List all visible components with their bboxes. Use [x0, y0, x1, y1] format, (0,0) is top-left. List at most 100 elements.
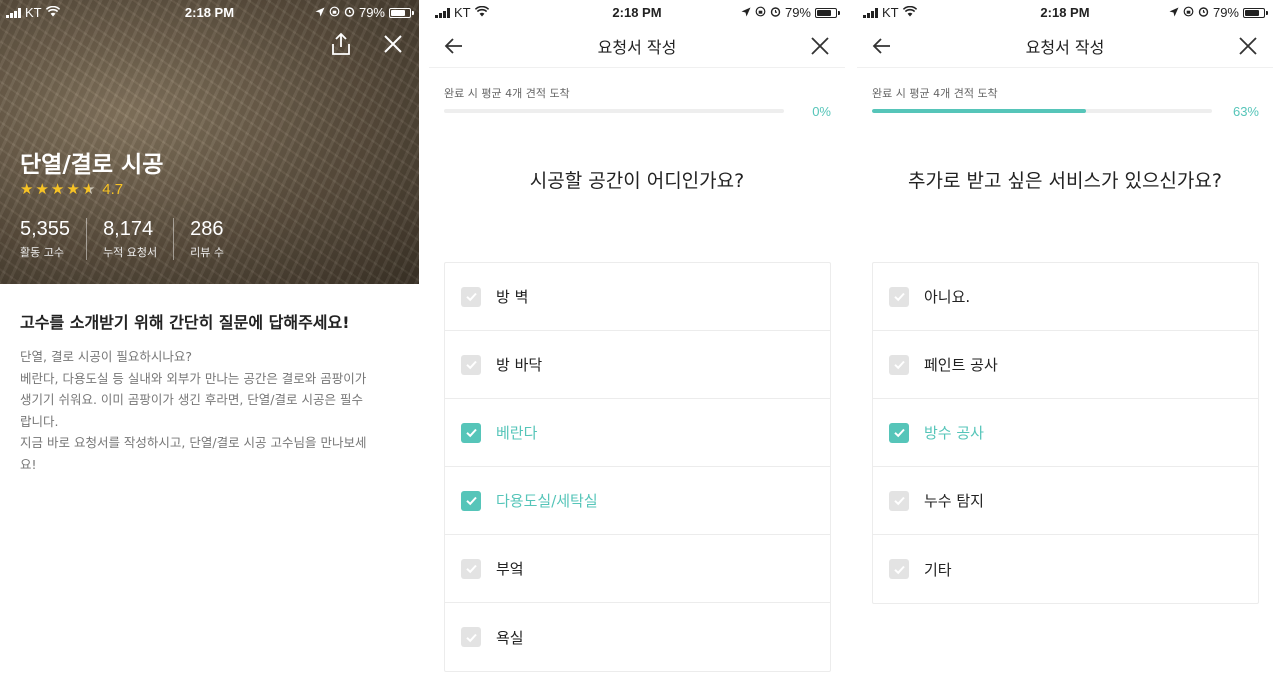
- progress-percent: 0%: [812, 104, 831, 119]
- stat-label: 누적 요청서: [103, 246, 158, 259]
- option-label: 아니요.: [924, 288, 971, 306]
- checkbox-icon: [461, 627, 481, 647]
- rating-value: 4.7: [102, 180, 124, 198]
- battery-percent: 79%: [1212, 5, 1239, 20]
- battery-icon: [389, 7, 414, 18]
- nav-bar: 요청서 작성: [857, 24, 1273, 68]
- option-label: 기타: [924, 560, 952, 579]
- alarm-icon: [770, 5, 781, 20]
- option-label: 방 바닥: [496, 356, 543, 374]
- intro-heading: 고수를 소개받기 위해 간단히 질문에 답해주세요!: [20, 313, 350, 332]
- lock-rotation-icon: [755, 5, 766, 20]
- progress-fill: [872, 109, 1087, 113]
- stat-label: 활동 고수: [20, 246, 64, 259]
- lock-rotation-icon: [1183, 5, 1194, 20]
- close-button[interactable]: [379, 30, 407, 58]
- share-icon: [332, 32, 350, 55]
- option-item[interactable]: 다용도실/세탁실: [445, 467, 830, 535]
- share-button[interactable]: [327, 30, 355, 58]
- battery-percent: 79%: [784, 5, 811, 20]
- service-intro-screen: KT 2:18 PM 79% 단열/결로 시공 ★ ★ ★ ★ ★ 4.7 5,…: [0, 0, 419, 679]
- option-item[interactable]: 방 벽: [445, 263, 830, 331]
- nav-title: 요청서 작성: [597, 38, 677, 57]
- progress-bar: [444, 109, 784, 113]
- close-icon: [384, 35, 402, 53]
- checkbox-icon: [889, 422, 909, 443]
- checkbox-icon: [889, 354, 909, 375]
- star-icon: ★: [66, 180, 80, 198]
- progress-label: 완료 시 평균 4개 견적 도착: [444, 87, 570, 100]
- request-form-screen: KT 2:18 PM 79% 요청서 작성 완료 시 평균 4개 견적 도착 0…: [429, 0, 845, 679]
- request-form-screen: KT 2:18 PM 79% 요청서 작성 완료 시 평균 4개 견적 도착 6…: [857, 0, 1273, 679]
- location-icon: [1169, 5, 1179, 20]
- location-icon: [741, 5, 751, 20]
- status-bar: KT 2:18 PM 79%: [857, 0, 1273, 24]
- option-item[interactable]: 욕실: [445, 603, 830, 671]
- question-title: 시공할 공간이 어디인가요?: [529, 170, 745, 192]
- checkbox-icon: [889, 490, 909, 511]
- close-button[interactable]: [1235, 33, 1261, 59]
- intro-description: 단열, 결로 시공이 필요하시나요? 베란다, 다용도실 등 실내와 외부가 만…: [20, 346, 400, 475]
- option-label: 방 벽: [496, 288, 529, 306]
- battery-icon: [1243, 7, 1268, 18]
- location-icon: [315, 5, 325, 20]
- rating: ★ ★ ★ ★ ★ 4.7: [20, 180, 123, 198]
- progress-bar: [872, 109, 1212, 113]
- star-icon: ★: [20, 180, 34, 198]
- status-bar: KT 2:18 PM 79%: [0, 0, 419, 24]
- progress-percent: 63%: [1232, 104, 1259, 119]
- stat-total-requests: 8,174 누적 요청서: [103, 218, 175, 260]
- stat-value: 286: [190, 218, 224, 240]
- description-line: 요!: [20, 456, 37, 472]
- option-list: 방 벽 방 바닥 베란다 다용도실/세탁실 부엌 욕실: [444, 262, 831, 672]
- close-icon: [811, 37, 829, 55]
- option-item[interactable]: 베란다: [445, 399, 830, 467]
- option-list: 아니요. 페인트 공사 방수 공사 누수 탐지 기타: [872, 262, 1259, 604]
- option-item[interactable]: 기타: [873, 535, 1258, 603]
- description-line: 랍니다.: [20, 413, 59, 429]
- hero-banner: KT 2:18 PM 79% 단열/결로 시공 ★ ★ ★ ★ ★ 4.7 5,…: [0, 0, 419, 284]
- progress-label: 완료 시 평균 4개 견적 도착: [872, 87, 998, 100]
- checkbox-icon: [461, 354, 481, 375]
- close-icon: [1239, 37, 1257, 55]
- option-label: 부엌: [496, 560, 524, 578]
- option-item[interactable]: 방수 공사: [873, 399, 1258, 467]
- description-line: 생기기 쉬워요. 이미 곰팡이가 생긴 후라면, 단열/결로 시공은 필수: [20, 392, 363, 407]
- checkbox-icon: [461, 422, 481, 443]
- option-label: 방수 공사: [924, 424, 984, 442]
- option-item[interactable]: 부엌: [445, 535, 830, 603]
- close-button[interactable]: [807, 33, 833, 59]
- checkbox-icon: [889, 559, 909, 579]
- stat-label: 리뷰 수: [190, 246, 225, 259]
- nav-title: 요청서 작성: [1025, 38, 1105, 57]
- option-label: 베란다: [496, 424, 538, 442]
- checkbox-icon: [461, 558, 481, 579]
- battery-percent: 79%: [358, 5, 385, 20]
- alarm-icon: [1198, 5, 1209, 20]
- checkbox-icon: [461, 286, 481, 307]
- alarm-icon: [344, 5, 355, 20]
- stat-value: 5,355: [20, 218, 71, 240]
- option-item[interactable]: 아니요.: [873, 263, 1258, 331]
- description-line: 단열, 결로 시공이 필요하시나요?: [20, 349, 193, 364]
- status-bar: KT 2:18 PM 79%: [429, 0, 845, 24]
- checkbox-icon: [889, 286, 909, 307]
- option-item[interactable]: 방 바닥: [445, 331, 830, 399]
- option-item[interactable]: 누수 탐지: [873, 467, 1258, 535]
- battery-icon: [815, 7, 840, 18]
- star-half-icon: ★: [81, 180, 96, 198]
- option-label: 욕실: [496, 628, 524, 647]
- option-label: 페인트 공사: [924, 356, 998, 374]
- service-title: 단열/결로 시공: [20, 152, 164, 178]
- option-item[interactable]: 페인트 공사: [873, 331, 1258, 399]
- nav-bar: 요청서 작성: [429, 24, 845, 68]
- stat-review-count: 286 리뷰 수: [190, 218, 240, 260]
- option-label: 다용도실/세탁실: [496, 492, 598, 510]
- option-label: 누수 탐지: [924, 492, 984, 510]
- stats-row: 5,355 활동 고수 8,174 누적 요청서 286 리뷰 수: [20, 218, 256, 260]
- checkbox-icon: [461, 490, 481, 511]
- description-line: 베란다, 다용도실 등 실내와 외부가 만나는 공간은 결로와 곰팡이가: [20, 370, 367, 386]
- question-title: 추가로 받고 싶은 서비스가 있으신가요?: [908, 170, 1222, 192]
- stat-value: 8,174: [103, 218, 154, 240]
- stat-active-pros: 5,355 활동 고수: [20, 218, 88, 260]
